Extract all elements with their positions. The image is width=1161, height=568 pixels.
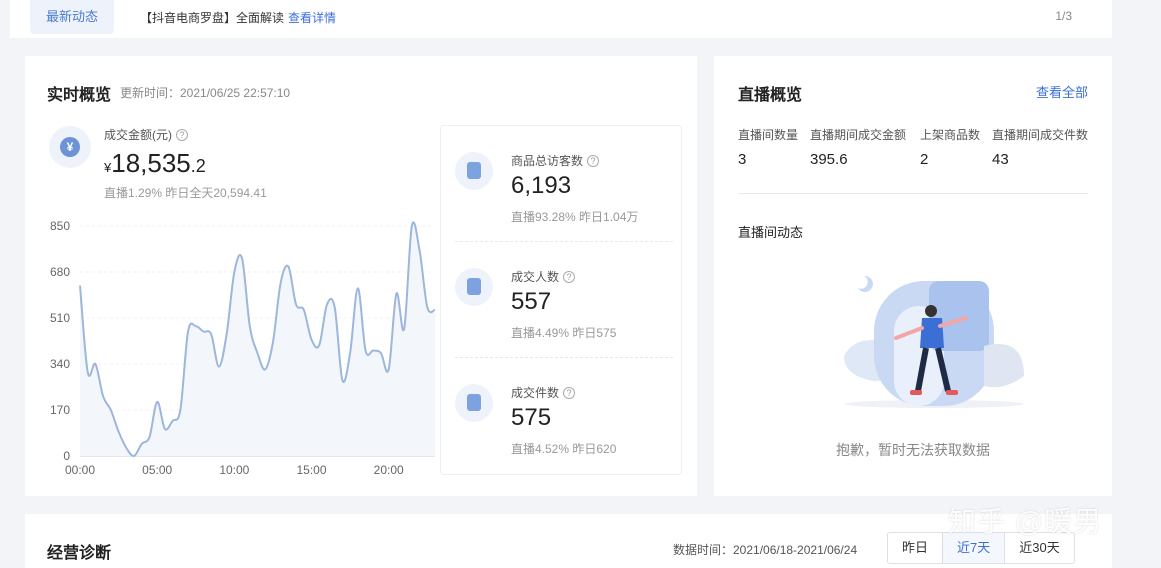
y-tick-label: 0	[63, 449, 70, 463]
watermark: 知乎 @暖男	[948, 506, 1103, 537]
bag-icon	[455, 152, 493, 190]
x-tick-label: 10:00	[219, 463, 249, 477]
gmv-label-text: 成交金额(元)	[104, 128, 172, 142]
metric-visitors: 商品总访客数? 6,193 直播93.28% 昨日1.04万	[441, 126, 683, 242]
metrics-panel: 商品总访客数? 6,193 直播93.28% 昨日1.04万 成交人数? 557…	[440, 125, 682, 475]
metric-sub: 直播4.52% 昨日620	[511, 442, 617, 456]
metric-sub: 直播4.49% 昨日575	[511, 326, 617, 340]
live-stat: 上架商品数 2	[920, 128, 981, 168]
metric-sub: 直播93.28% 昨日1.04万	[511, 210, 639, 224]
metric-label: 商品总访客数?	[511, 152, 600, 169]
x-tick-label: 00:00	[65, 463, 95, 477]
announcement-title: 【抖音电商罗盘】全面解读	[140, 11, 285, 25]
announcement-pager: 1/3	[1055, 9, 1072, 23]
y-tick-label: 680	[50, 265, 70, 279]
x-tick-label: 05:00	[142, 463, 172, 477]
help-icon[interactable]: ?	[587, 155, 600, 167]
announcement-text: 【抖音电商罗盘】全面解读 查看详情	[140, 9, 336, 26]
live-title: 直播概览	[738, 87, 803, 104]
basket-icon	[455, 384, 493, 422]
x-tick-label: 20:00	[374, 463, 404, 477]
metric-value: 575	[511, 404, 552, 431]
live-stat: 直播间数量 3	[738, 128, 799, 168]
live-stat-value: 2	[920, 151, 929, 168]
y-tick-label: 340	[50, 357, 70, 371]
live-stat-value: 3	[738, 151, 747, 168]
metric-items: 成交件数? 575 直播4.52% 昨日620	[441, 358, 683, 474]
diagnosis-date-range: 数据时间：2021/06/18-2021/06/24	[673, 543, 858, 557]
divider	[738, 193, 1088, 194]
range-yesterday-button[interactable]: 昨日	[888, 533, 944, 563]
announcement-bar: 最新动态 【抖音电商罗盘】全面解读 查看详情 1/3	[10, 0, 1112, 38]
announcement-detail-link[interactable]: 查看详情	[288, 11, 336, 25]
y-tick-label: 850	[50, 219, 70, 233]
help-icon[interactable]: ?	[563, 271, 576, 283]
live-stat-value: 395.6	[810, 151, 848, 168]
gmv-value-int: 18,535	[111, 148, 191, 178]
metric-label: 成交人数?	[511, 268, 576, 285]
help-icon[interactable]: ?	[563, 387, 576, 399]
update-time: 更新时间：2021/06/25 22:57:10	[120, 86, 291, 100]
metric-value: 6,193	[511, 172, 572, 199]
live-dynamics-title: 直播间动态	[738, 225, 804, 240]
announcement-tag[interactable]: 最新动态	[30, 0, 115, 34]
user-icon	[455, 268, 493, 306]
gmv-sub: 直播1.29% 昨日全天20,594.41	[104, 186, 267, 200]
y-tick-label: 510	[50, 311, 70, 325]
empty-state-text: 抱歉，暂时无法获取数据	[836, 442, 990, 458]
live-stat-value: 43	[992, 151, 1009, 168]
empty-state-illustration	[844, 275, 1024, 408]
diagnosis-title: 经营诊断	[47, 545, 112, 562]
series-area	[80, 222, 435, 457]
view-all-link[interactable]: 查看全部	[1036, 82, 1088, 101]
gmv-value-dec: .2	[190, 156, 206, 176]
y-tick-label: 170	[50, 403, 70, 417]
realtime-overview-card: 实时概览 更新时间：2021/06/25 22:57:10 ¥ 成交金额(元)?…	[25, 56, 697, 496]
live-overview-card: 直播概览 查看全部 直播间数量 3 直播期间成交金额 395.6 上架商品数 2 直播…	[714, 56, 1112, 496]
gmv-value: ¥18,535.2	[104, 148, 206, 179]
gmv-label: 成交金额(元)?	[104, 126, 188, 143]
live-stat: 直播期间成交金额 395.6	[810, 128, 907, 168]
overview-title: 实时概览	[47, 87, 112, 104]
yen-icon: ¥	[49, 126, 91, 168]
help-icon[interactable]: ?	[176, 129, 188, 141]
live-stat: 直播期间成交件数 43	[992, 128, 1089, 168]
metric-value: 557	[511, 288, 552, 315]
x-tick-label: 15:00	[297, 463, 327, 477]
gmv-line-chart: 0 170 340 510 680 850 00:00 05:00 10:00 15:00 20:0…	[40, 208, 450, 488]
metric-buyers: 成交人数? 557 直播4.49% 昨日575	[441, 242, 683, 358]
metric-label: 成交件数?	[511, 384, 576, 401]
chart-svg: 0 170 340 510 680 850 00:00 05:00 10:00 15:00 20:0…	[50, 219, 436, 477]
